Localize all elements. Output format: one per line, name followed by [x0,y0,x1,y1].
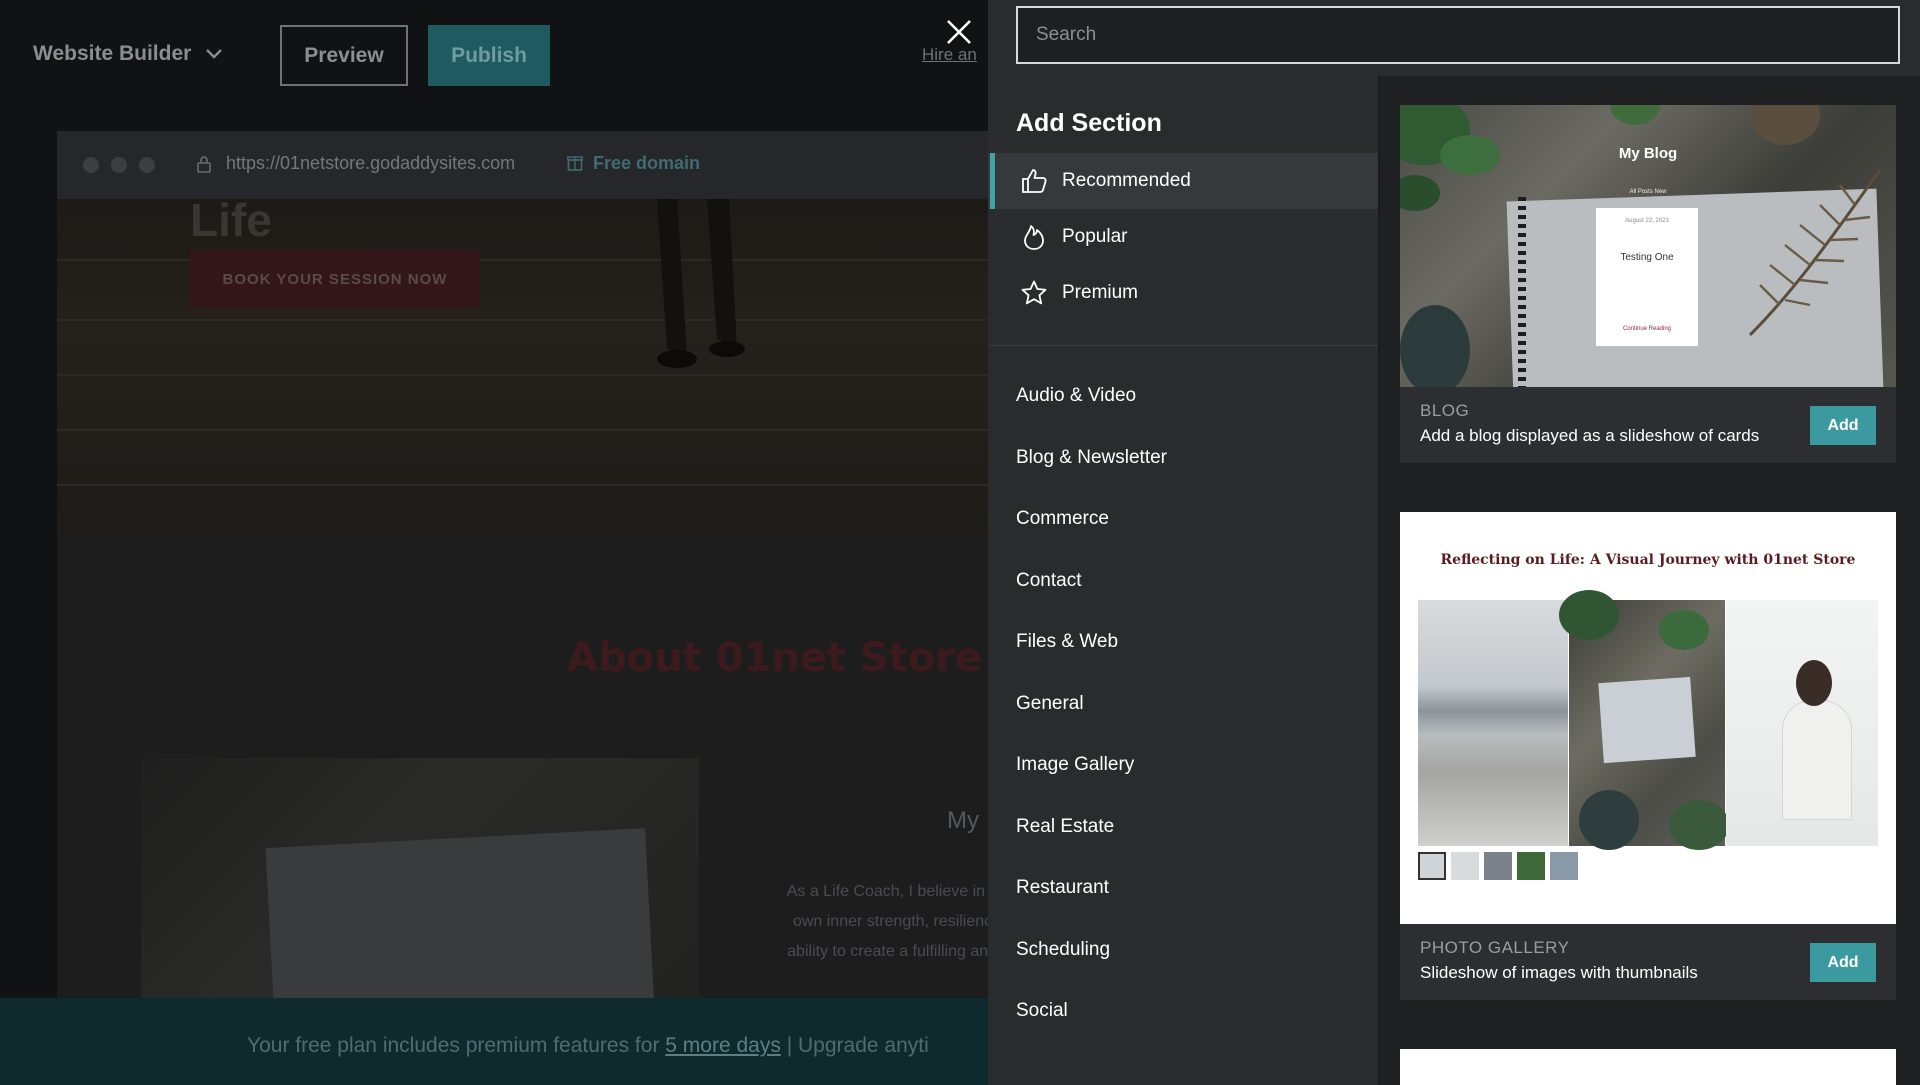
banner-separator: | [786,1034,793,1057]
site-url: https://01netstore.godaddysites.com [226,153,516,173]
card-category: PHOTO GALLERY [1420,938,1570,957]
hero-figure-image [657,199,745,368]
star-icon [1021,280,1047,305]
blog-preview-nav: All Posts New [1629,189,1667,195]
flame-icon [1024,225,1044,250]
card-description: Slideshow of images with thumbnails [1420,963,1698,982]
hero-section: Life BOOK YOUR SESSION NOW [57,199,990,535]
blog-preview-image: My Blog All Posts New August 22, 2023 Te… [1400,105,1896,387]
about-subtitle: My [947,807,979,834]
search-bar [988,0,1920,76]
category-audio-video[interactable]: Audio & Video [1016,385,1167,447]
about-title: About 01net Store [567,635,983,681]
banner-text: Your free plan includes premium features… [247,1034,660,1057]
gallery-preview-title: Reflecting on Life: A Visual Journey wit… [1440,552,1856,568]
filter-label: Recommended [1062,170,1191,191]
section-card-photo-gallery: Reflecting on Life: A Visual Journey wit… [1400,512,1896,1000]
section-card-blog: My Blog All Posts New August 22, 2023 Te… [1400,105,1896,463]
about-section: About 01net Store My As a Life Coach, I … [57,535,990,1001]
about-image [141,758,699,1001]
category-restaurant[interactable]: Restaurant [1016,877,1167,939]
blog-preview-title: My Blog [1618,145,1678,162]
brand-label: Website Builder [33,42,192,65]
gallery-photo-dock [1418,600,1568,846]
section-card-next [1400,1049,1896,1085]
category-social[interactable]: Social [1016,1000,1167,1062]
gallery-thumbnail[interactable] [1418,852,1446,880]
gallery-thumbnail[interactable] [1550,852,1578,880]
card-category: BLOG [1420,401,1470,420]
category-blog-newsletter[interactable]: Blog & Newsletter [1016,447,1167,509]
close-icon[interactable] [944,17,974,47]
section-cards-list: My Blog All Posts New August 22, 2023 Te… [1378,76,1920,1085]
category-image-gallery[interactable]: Image Gallery [1016,754,1167,816]
category-contact[interactable]: Contact [1016,570,1167,632]
gallery-thumbnail[interactable] [1484,852,1512,880]
website-builder-menu[interactable]: Website Builder [33,42,223,66]
category-real-estate[interactable]: Real Estate [1016,816,1167,878]
quick-filters: Recommended Popular Premium [988,153,1378,321]
category-list: Audio & Video Blog & Newsletter Commerce… [1016,385,1167,1062]
gift-icon [567,156,583,171]
card-meta: PHOTO GALLERY Slideshow of images with t… [1400,924,1896,1000]
add-blog-button[interactable]: Add [1810,406,1876,445]
gallery-thumbnail[interactable] [1517,852,1545,880]
book-session-button[interactable]: BOOK YOUR SESSION NOW [190,250,480,308]
window-dot-icon [83,157,99,173]
chevron-down-icon [206,49,223,59]
filter-premium[interactable]: Premium [988,265,1378,321]
category-commerce[interactable]: Commerce [1016,508,1167,570]
builder-background: Website Builder Preview Publish Hire an … [0,0,990,1085]
category-general[interactable]: General [1016,693,1167,755]
window-dot-icon [139,157,155,173]
builder-topbar: Website Builder Preview Publish Hire an [0,0,990,110]
card-meta: BLOG Add a blog displayed as a slideshow… [1400,387,1896,463]
add-section-panel: Add Section Recommended Popular Premium … [988,0,1920,1085]
banner-upgrade-text: Upgrade anyti [798,1034,929,1057]
site-preview-frame: https://01netstore.godaddysites.com Free… [57,131,990,1001]
card-description: Add a blog displayed as a slideshow of c… [1420,426,1760,445]
free-domain-link[interactable]: Free domain [593,153,700,174]
filter-label: Popular [1062,226,1128,247]
free-plan-banner: Your free plan includes premium features… [0,998,990,1085]
category-files-web[interactable]: Files & Web [1016,631,1167,693]
sidebar-divider [988,345,1378,346]
category-scheduling[interactable]: Scheduling [1016,939,1167,1001]
filter-label: Premium [1062,282,1139,303]
lock-icon [197,156,211,173]
gallery-photo-notebook [1559,590,1729,850]
preview-button[interactable]: Preview [280,25,408,86]
search-input[interactable] [1016,6,1900,64]
filter-recommended[interactable]: Recommended [988,153,1378,209]
window-dot-icon [111,157,127,173]
panel-title: Add Section [1016,109,1162,137]
hire-link[interactable]: Hire an [922,45,977,65]
about-text: As a Life Coach, I believe in gu own inn… [786,883,990,990]
gallery-thumbnail[interactable] [1451,852,1479,880]
blog-preview-post: August 22, 2023 Testing One Continue Rea… [1596,208,1698,346]
publish-button[interactable]: Publish [428,25,550,86]
filter-popular[interactable]: Popular [988,209,1378,265]
hero-title: Life [190,199,272,246]
section-category-sidebar: Add Section Recommended Popular Premium … [988,76,1378,1085]
gallery-photo-person [1726,600,1878,846]
thumbs-up-icon [1022,169,1047,193]
banner-days-link[interactable]: 5 more days [665,1034,781,1057]
photo-gallery-preview-image: Reflecting on Life: A Visual Journey wit… [1400,512,1896,924]
add-photo-gallery-button[interactable]: Add [1810,943,1876,982]
url-bar: https://01netstore.godaddysites.com Free… [57,131,990,199]
